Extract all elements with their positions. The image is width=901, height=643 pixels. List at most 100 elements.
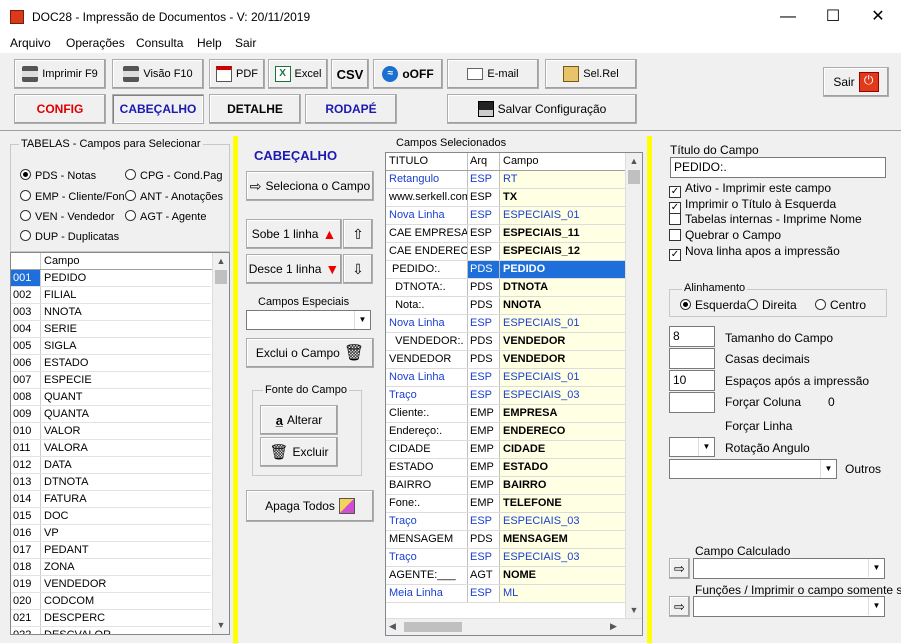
table-row[interactable]: www.serkell.com ESP TX [386,189,626,207]
table-row[interactable]: Meia Linha ESP ML [386,585,626,603]
salvar-config-button[interactable]: Salvar Configuração [447,94,637,124]
calculado-arrow-button[interactable]: ⇨ [669,558,690,579]
list-item[interactable]: 005 SIGLA [11,338,211,355]
align-direita[interactable]: Direita [747,298,797,312]
csv-button[interactable]: CSV [331,59,369,89]
table-row[interactable]: Nova Linha ESP ESPECIAIS_01 [386,207,626,225]
list-item[interactable]: 009 QUANTA [11,406,211,423]
visao-button[interactable]: Visão F10 [112,59,204,89]
rotacao-select[interactable]: ▼ [669,437,715,457]
table-row[interactable]: CAE EMPRESA ESP ESPECIAIS_11 [386,225,626,243]
check-nova-linha[interactable]: ✓ Nova linha apos a impressão [669,244,840,261]
chevron-down-icon[interactable]: ▼ [868,559,884,577]
chevron-down-icon[interactable]: ▼ [868,597,884,615]
forcar-coluna-input[interactable] [669,392,715,413]
table-row[interactable]: Endereço:. EMP ENDERECO [386,423,626,441]
funcoes-select[interactable]: ▼ [693,596,885,617]
list-item[interactable]: 014 FATURA [11,491,211,508]
imprimir-button[interactable]: Imprimir F9 [14,59,106,89]
config-button[interactable]: CONFIG [14,94,106,124]
scroll-right-icon[interactable]: ▶ [610,621,617,632]
table-row[interactable]: CAE ENDERECOESPESPECIAIS_12 [386,243,626,261]
table-row[interactable]: BAIRRO EMP BAIRRO [386,477,626,495]
sobe-linha-button[interactable]: Sobe 1 linha ▲ [246,219,342,249]
minimize-button[interactable]: — [765,0,811,33]
table-row[interactable]: Traço ESP ESPECIAIS_03 [386,513,626,531]
selecionados-grid[interactable]: TITULO Arq Campo Retangulo ESP RT www.serke… [385,152,643,636]
menu-help[interactable]: Help [197,36,222,50]
table-row[interactable]: ESTADO EMP ESTADO [386,459,626,477]
table-row[interactable]: AGENTE:___ AGT NOME [386,567,626,585]
table-row[interactable]: Nova Linha ESP ESPECIAIS_01 [386,315,626,333]
menu-sair[interactable]: Sair [235,36,256,50]
radio-ven[interactable]: VEN - Vendedor [20,210,115,223]
table-row[interactable]: MENSAGEM PDS MENSAGEM [386,531,626,549]
funcoes-arrow-button[interactable]: ⇨ [669,596,690,617]
list-item[interactable]: 001 PEDIDO [11,270,211,287]
selrel-button[interactable]: Sel.Rel [545,59,637,89]
list-item[interactable]: 007 ESPECIE [11,372,211,389]
scroll-thumb[interactable] [215,270,227,284]
excel-button[interactable]: X Excel [268,59,328,89]
alterar-fonte-button[interactable]: a̲ Alterar [260,405,338,435]
radio-ant[interactable]: ANT - Anotações [125,190,223,203]
align-esquerda[interactable]: Esquerda [680,298,746,312]
scroll-down-icon[interactable]: ▼ [626,602,642,619]
table-row[interactable]: VENDEDOR:. PDS VENDEDOR [386,333,626,351]
grid-vscrollbar[interactable]: ▲ ▼ [625,153,642,619]
move-top-button[interactable]: ⇧ [343,219,373,249]
calculado-select[interactable]: ▼ [693,558,885,579]
table-row[interactable]: Nova Linha ESP ESPECIAIS_01 [386,369,626,387]
align-centro[interactable]: Centro [815,298,866,312]
menu-consulta[interactable]: Consulta [136,36,183,50]
campos-scrollbar[interactable]: ▲ ▼ [212,253,229,634]
list-item[interactable]: 013 DTNOTA [11,474,211,491]
list-item[interactable]: 010 VALOR [11,423,211,440]
list-item[interactable]: 017 PEDANT [11,542,211,559]
menu-operacoes[interactable]: Operações [66,36,125,50]
check-quebrar[interactable]: Quebrar o Campo [669,228,781,242]
chevron-down-icon[interactable]: ▼ [354,311,370,329]
tamanho-input[interactable]: 8 [669,326,715,347]
menu-arquivo[interactable]: Arquivo [10,36,51,50]
excluir-fonte-button[interactable]: 🗑 Excluir [260,437,338,467]
list-item[interactable]: 021 DESCPERC [11,610,211,627]
titulo-input[interactable]: PEDIDO:. [670,157,886,178]
list-item[interactable]: 002 FILIAL [11,287,211,304]
list-item[interactable]: 004 SERIE [11,321,211,338]
close-button[interactable]: ✕ [855,0,901,33]
hscroll-thumb[interactable] [404,622,462,632]
sair-button[interactable]: Sair ⏻ [823,67,889,97]
list-item[interactable]: 019 VENDEDOR [11,576,211,593]
campos-list[interactable]: Campo 001 PEDIDO 002 FILIAL 003 NNOTA 004 SERIE… [10,252,230,635]
list-item[interactable]: 012 DATA [11,457,211,474]
rodape-button[interactable]: RODAPÉ [305,94,397,124]
table-row[interactable]: DTNOTA:. PDS DTNOTA [386,279,626,297]
table-row[interactable]: CIDADE EMP CIDADE [386,441,626,459]
casas-input[interactable] [669,348,715,369]
list-item[interactable]: 011 VALORA [11,440,211,457]
list-item[interactable]: 003 NNOTA [11,304,211,321]
radio-emp[interactable]: EMP - Cliente/Fon [20,190,124,203]
table-row[interactable]: Traço ESP ESPECIAIS_03 [386,549,626,567]
check-tabelas-internas[interactable]: Tabelas internas - Imprime Nome [669,212,862,226]
outros-select[interactable]: ▼ [669,459,837,479]
table-row[interactable]: PEDIDO:. PDS PEDIDO [386,261,626,279]
grid-hscrollbar[interactable]: ◀ ▶ [386,618,642,635]
table-row[interactable]: Cliente:. EMP EMPRESA [386,405,626,423]
table-row[interactable]: Retangulo ESP RT [386,171,626,189]
list-item[interactable]: 020 CODCOM [11,593,211,610]
radio-pds[interactable]: PDS - Notas [20,169,96,182]
scroll-up-icon[interactable]: ▲ [213,253,229,270]
list-item[interactable]: 022 DESCVALOR [11,627,211,634]
list-item[interactable]: 015 DOC [11,508,211,525]
desce-linha-button[interactable]: Desce 1 linha ▼ [246,254,342,284]
list-item[interactable]: 018 ZONA [11,559,211,576]
list-item[interactable]: 006 ESTADO [11,355,211,372]
check-ativo[interactable]: ✓ Ativo - Imprimir este campo [669,181,831,198]
chevron-down-icon[interactable]: ▼ [820,460,836,478]
scroll-up-icon[interactable]: ▲ [626,153,642,170]
ooff-button[interactable]: ≈ oOFF [373,59,443,89]
exclui-campo-button[interactable]: Exclui o Campo 🗑 [246,338,374,368]
list-item[interactable]: 008 QUANT [11,389,211,406]
